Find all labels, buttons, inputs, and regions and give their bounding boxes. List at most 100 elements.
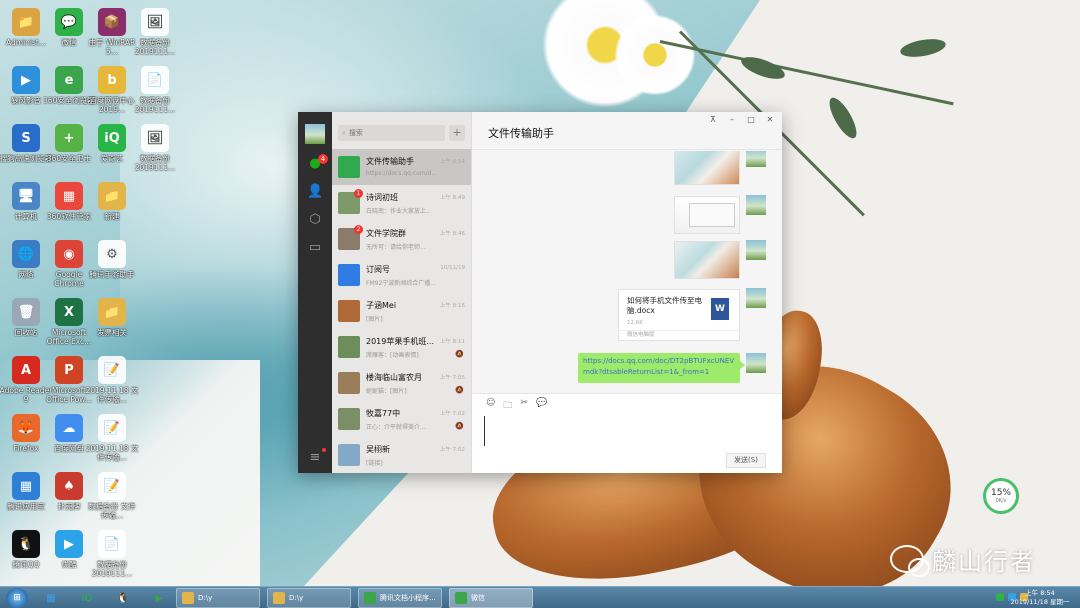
self-avatar[interactable] <box>746 288 766 308</box>
chat-name: 子涵Mei <box>366 301 397 310</box>
desktop-icon[interactable]: 📝 2019.11.18 文件传输... <box>86 354 138 412</box>
app-icon: ◉ <box>55 240 83 268</box>
chat-list-item[interactable]: 楼海临山富农月 上午 7:05 妮妮猫：[图片] 🔕 <box>332 365 471 401</box>
message-input[interactable] <box>484 416 764 446</box>
desktop-icon[interactable]: 📝 2019.11.18 文件传输... <box>86 412 138 470</box>
desktop-icon[interactable]: 📁 Administ... <box>3 6 49 64</box>
close-button[interactable]: ✕ <box>766 115 774 124</box>
self-avatar[interactable] <box>746 151 766 167</box>
chat-time: 上午 7:05 <box>439 375 465 381</box>
chat-list-item[interactable]: 2 文件学院群 上午 8:46 无所可：请给你老师... <box>332 221 471 257</box>
desktop-icon[interactable]: ▦ 腾讯应用宝 <box>3 470 49 528</box>
taskbar-task-button[interactable]: 微信 <box>449 588 533 608</box>
chat-avatar <box>338 372 360 394</box>
pinned-app-icon[interactable]: ▦ <box>40 589 62 607</box>
desktop-icon[interactable]: ⚙ 腾讯手游助手 <box>89 238 135 296</box>
app-icon: ▦ <box>55 182 83 210</box>
desktop-icon[interactable]: 📄 数据备份 2019111... <box>89 528 135 586</box>
self-avatar[interactable] <box>746 353 766 373</box>
chat-avatar <box>338 408 360 430</box>
image-message[interactable] <box>674 151 740 185</box>
chat-title-bar: 文件传输助手 ⊼ – □ ✕ <box>472 112 782 150</box>
chat-list-item[interactable]: 订阅号 10/11/19 FM92宁波新闻综合广播... <box>332 257 471 293</box>
chat-avatar <box>338 300 360 322</box>
desktop-icon[interactable]: ◉ Google Chrome <box>46 238 92 296</box>
desktop-icon[interactable]: 🦊 Firefox <box>3 412 49 470</box>
desktop-icon[interactable]: 📝 数据备份 文件传输... <box>88 470 136 528</box>
start-button[interactable]: ⊞ <box>6 588 28 608</box>
word-document-icon: W <box>711 298 729 320</box>
chat-list-item[interactable]: 2019苹果手机班... 上午 8:11 席雁客：[动画表情] 🔕 <box>332 329 471 365</box>
app-icon: ▦ <box>12 472 40 500</box>
chat-list-item[interactable]: 吴栩新 上午 7:02 [链接] <box>332 437 471 473</box>
chat-preview: 白晓南：作业大家放上.. <box>366 208 430 215</box>
chat-name: 楼海临山富农月 <box>366 373 422 382</box>
message-area[interactable]: 如何将手机文件传至电脑.docx 12.6K W 微信电脑版 https://d… <box>472 151 782 391</box>
chat-list-item[interactable]: 子涵Mei 上午 8:16 [图片] <box>332 293 471 329</box>
window-controls: ⊼ – □ ✕ <box>709 115 774 124</box>
user-avatar[interactable] <box>305 124 325 144</box>
chat-avatar <box>338 264 360 286</box>
app-icon: ⚙ <box>98 240 126 268</box>
taskbar-task-button[interactable]: D:\y <box>267 588 351 608</box>
desktop-icon[interactable]: 📄 数据备份 2019111... <box>132 64 178 122</box>
emoji-icon[interactable]: ☺ <box>486 398 495 414</box>
desktop-icon[interactable]: 📁 发票相关 <box>89 296 135 354</box>
pinned-app-icon[interactable]: iQ <box>76 589 98 607</box>
desktop-icon[interactable]: X Microsoft Office Exc... <box>46 296 92 354</box>
leaf-image <box>898 36 948 60</box>
desktop-icon[interactable]: 🖼 数据备份 2019111... <box>132 6 178 64</box>
minimize-button[interactable]: – <box>728 115 736 124</box>
desktop-icon[interactable]: ▶ 暴风影音 <box>3 64 49 122</box>
pinned-app-icon[interactable]: ▶ <box>148 589 170 607</box>
send-file-icon[interactable]: 🗀 <box>503 398 512 414</box>
chat-list-panel: ⌕ + 文件传输助手 上午 8:54https://docs.qq.com/d..… <box>332 112 472 473</box>
task-app-icon <box>182 592 194 604</box>
self-avatar[interactable] <box>746 195 766 215</box>
pinned-app-icon[interactable]: 🐧 <box>112 589 134 607</box>
self-avatar[interactable] <box>746 240 766 260</box>
menu-icon[interactable]: ≡ <box>307 450 323 466</box>
desktop-icon[interactable]: S 搜狗高速浏览器 <box>0 122 52 180</box>
link-message[interactable]: https://docs.qq.com/doc/DT2pBTUFxcUNEVmd… <box>578 353 745 383</box>
desktop-icon[interactable]: 🖥 计算机 <box>3 180 49 238</box>
desktop-icon[interactable]: +360安全卫士 <box>46 122 92 180</box>
favorites-icon[interactable]: ⬡ <box>307 212 323 228</box>
app-icon: P <box>55 356 83 384</box>
chat-name: 吴栩新 <box>366 445 390 454</box>
app-icon: 📁 <box>98 298 126 326</box>
search-box[interactable]: ⌕ <box>338 125 445 141</box>
chat-preview: 正心：介平就得美介... <box>366 424 426 431</box>
desktop-icon[interactable]: 📁 新建 <box>89 180 135 238</box>
chat-time: 上午 8:46 <box>439 231 465 237</box>
app-icon: ▶ <box>55 530 83 558</box>
taskbar-task-button[interactable]: 腾讯文档小程序... <box>358 588 442 608</box>
desktop-icon[interactable]: ▦ 360软件管家 <box>46 180 92 238</box>
taskbar-clock[interactable]: 上午 8:54 2019/11/18 星期一 <box>1010 589 1070 607</box>
chat-avatar <box>338 336 360 358</box>
watermark-text: 麟山行者 <box>932 547 1036 576</box>
send-button[interactable]: 发送(S) <box>726 453 766 468</box>
search-input[interactable] <box>348 129 429 137</box>
desktop-icon-label: 数据备份 2019111... <box>134 96 176 114</box>
contacts-icon[interactable]: 👤 <box>307 184 323 200</box>
folder-icon[interactable]: ▭ <box>307 240 323 256</box>
image-message[interactable] <box>674 196 740 234</box>
network-speed-gauge[interactable]: 15% 0K/s <box>983 478 1019 514</box>
file-message[interactable]: 如何将手机文件传至电脑.docx 12.6K W 微信电脑版 <box>618 289 740 341</box>
screenshot-thumbnail <box>689 203 735 227</box>
chat-history-icon[interactable]: 💬 <box>536 398 547 414</box>
image-message[interactable] <box>674 241 740 279</box>
taskbar-task-button[interactable]: D:\y <box>176 588 260 608</box>
wechat-tray-icon[interactable] <box>996 593 1004 601</box>
start-group-chat-button[interactable]: + <box>449 125 465 141</box>
desktop-icon[interactable]: 🐧 腾讯QQ <box>3 528 49 586</box>
desktop-icon-label: 数据备份 2019111... <box>91 560 133 578</box>
desktop-icon[interactable]: 🖼 数据备份 2019111... <box>132 122 178 180</box>
chat-list-item[interactable]: 牧嘉77中 上午 7:02 正心：介平就得美介... 🔕 <box>332 401 471 437</box>
maximize-button[interactable]: □ <box>747 115 755 124</box>
pin-icon[interactable]: ⊼ <box>709 115 717 124</box>
chat-list-item[interactable]: 1 诗词初班 上午 8:49 白晓南：作业大家放上.. <box>332 185 471 221</box>
chat-list-item[interactable]: 文件传输助手 上午 8:54 https://docs.qq.com/d... <box>332 149 471 185</box>
screenshot-scissors-icon[interactable]: ✂ <box>520 398 528 414</box>
